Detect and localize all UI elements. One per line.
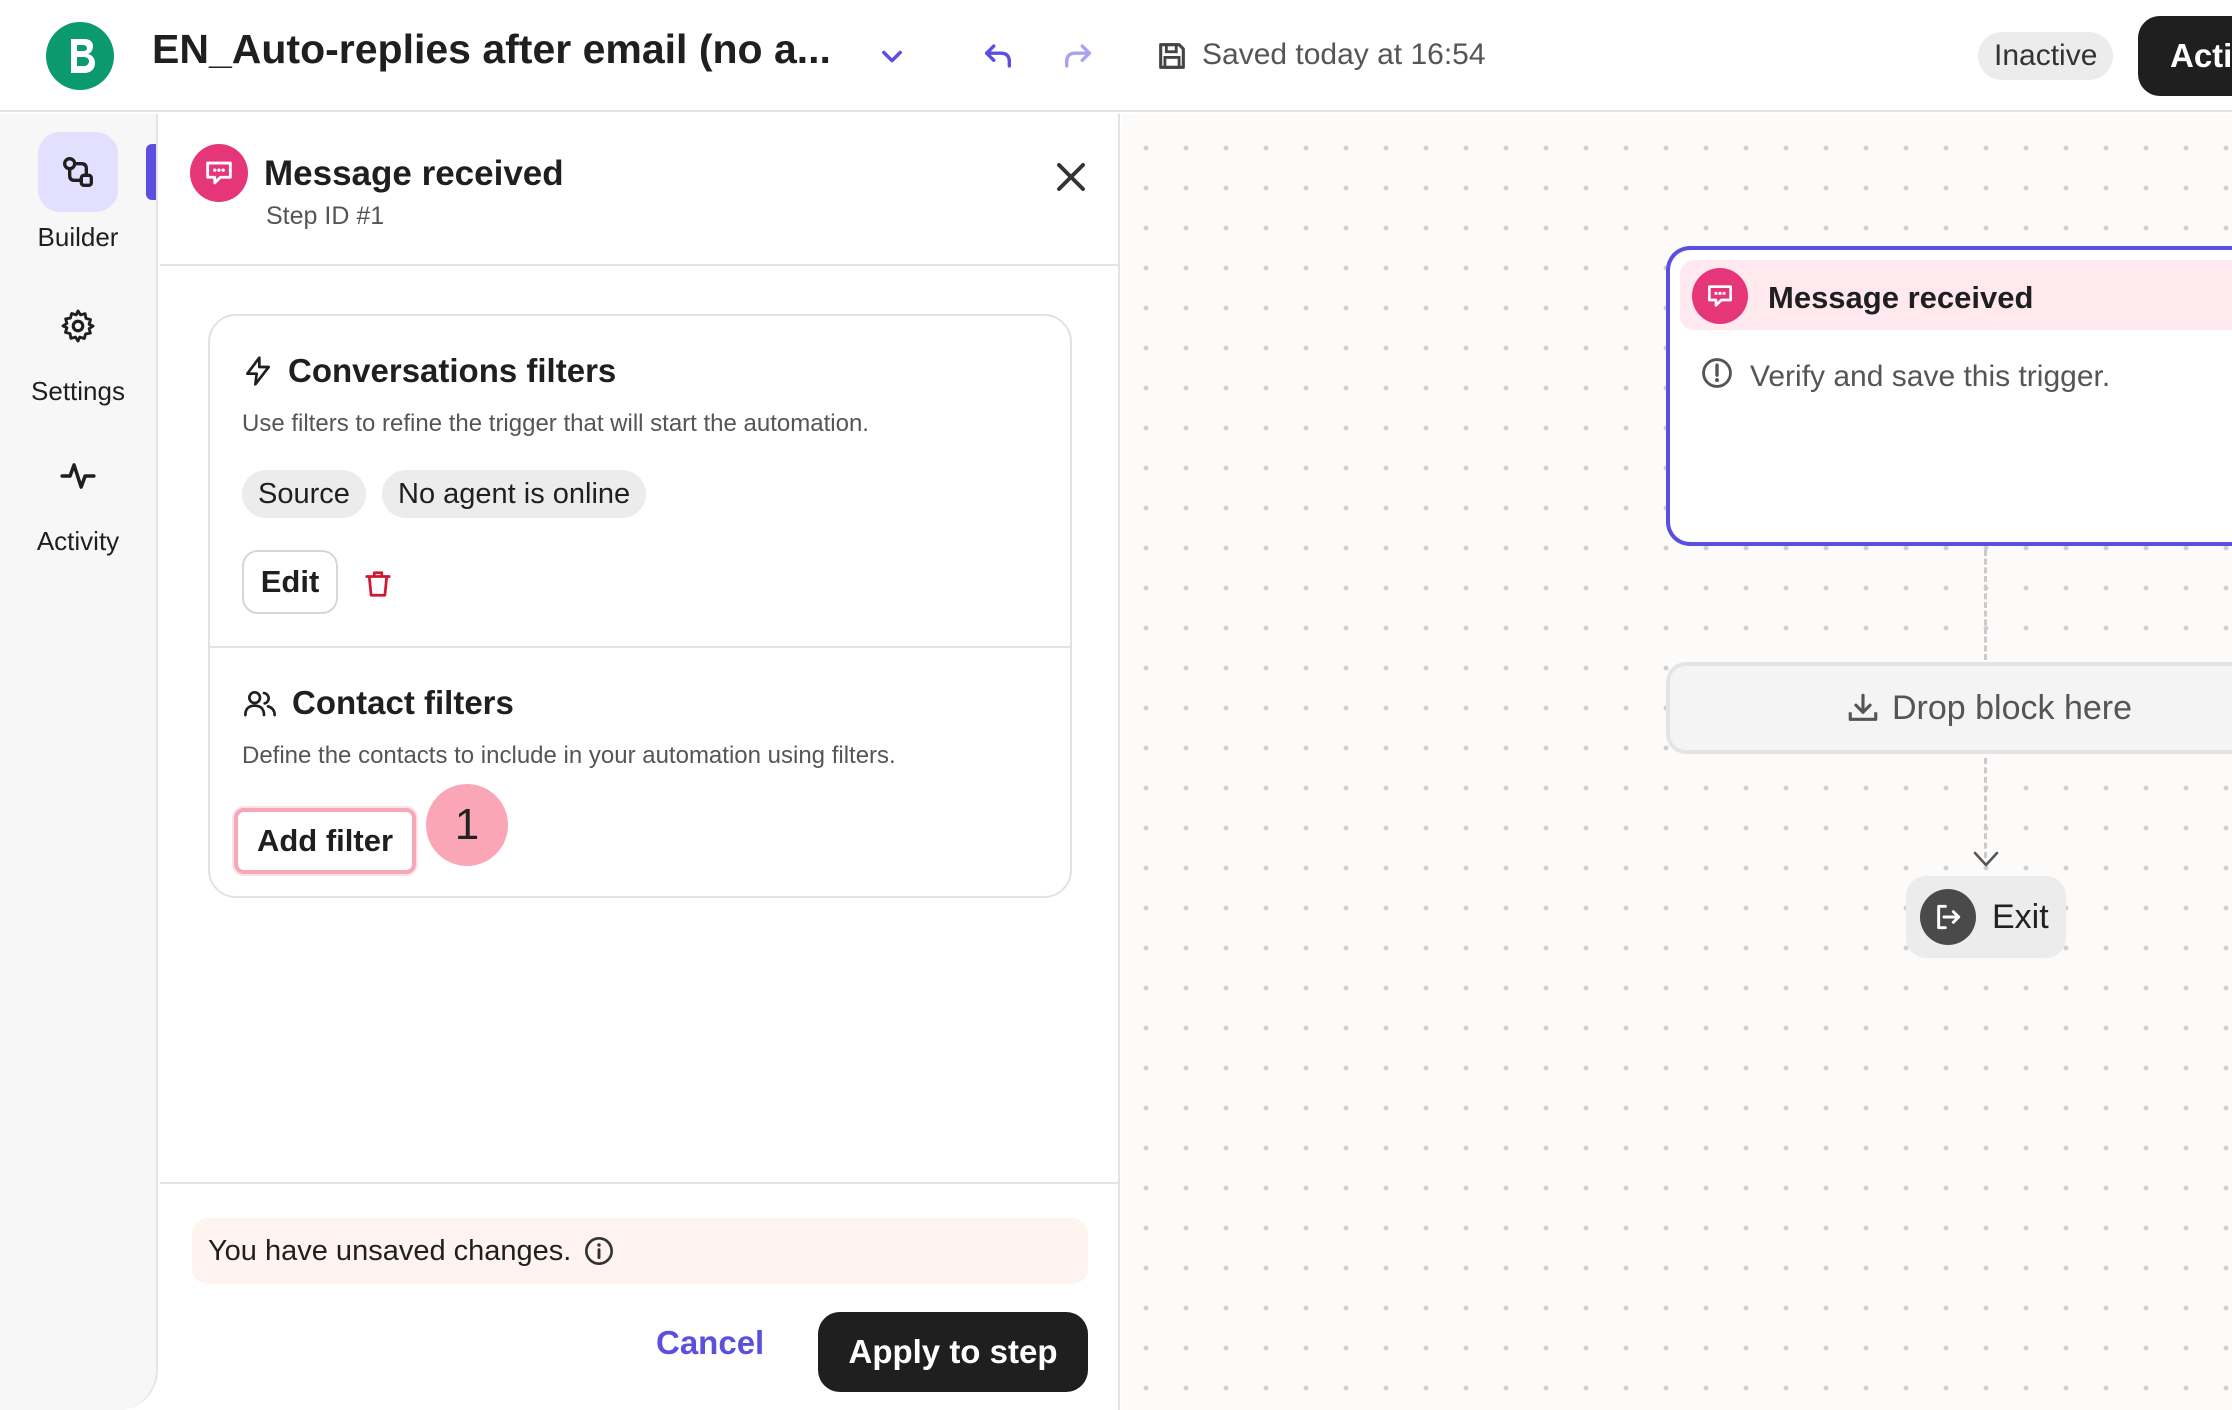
download-tray-icon xyxy=(1848,693,1878,721)
trash-icon xyxy=(365,571,391,597)
message-bubble-icon xyxy=(1692,268,1748,324)
nav-item-activity[interactable]: Activity xyxy=(0,436,156,557)
cancel-button[interactable]: Cancel xyxy=(656,1324,764,1362)
info-icon[interactable] xyxy=(583,1235,615,1267)
drop-block-zone[interactable]: Drop block here xyxy=(1666,662,2232,754)
gear-icon xyxy=(38,286,118,366)
nav-item-label: Activity xyxy=(36,526,120,556)
workflow-canvas[interactable]: Message received Verify and save this tr… xyxy=(1122,114,2232,1410)
left-navigation: Builder Settings Activity xyxy=(0,114,158,1410)
activity-icon xyxy=(38,436,118,516)
activate-button[interactable]: Activate xyxy=(2138,16,2232,96)
brand-logo[interactable] xyxy=(46,22,114,90)
filter-chip-source: Source xyxy=(242,470,366,518)
section-title: Conversations filters xyxy=(288,352,617,389)
filter-chip-no-agent-online: No agent is online xyxy=(382,470,647,518)
title-dropdown-chevron-icon[interactable] xyxy=(870,34,914,78)
contact-filters-description: Define the contacts to include in your a… xyxy=(242,742,896,769)
nav-item-settings[interactable]: Settings xyxy=(0,286,156,407)
section-divider xyxy=(210,646,1070,648)
trigger-block-header: Message received xyxy=(1680,260,2232,330)
connector-line xyxy=(1984,758,1987,858)
filters-card: Conversations filters Use filters to ref… xyxy=(208,314,1072,898)
connector-arrow-icon xyxy=(1973,851,1999,867)
saved-status-text: Saved today at 16:54 xyxy=(1202,38,1486,71)
brand-logo-icon xyxy=(71,39,95,73)
exit-label: Exit xyxy=(1992,897,2049,936)
trigger-block-message-received[interactable]: Message received Verify and save this tr… xyxy=(1666,246,2232,546)
users-icon xyxy=(243,691,276,717)
unsaved-changes-notice: You have unsaved changes. xyxy=(192,1218,1088,1284)
edit-filters-button[interactable]: Edit xyxy=(242,550,338,614)
footer-divider xyxy=(160,1182,1120,1184)
contact-filters-heading: Contact filters xyxy=(242,684,514,722)
panel-header: Message received Step ID #1 xyxy=(160,114,1118,266)
automation-title[interactable]: EN_Auto-replies after email (no a... xyxy=(152,26,831,73)
redo-icon[interactable] xyxy=(1056,34,1100,78)
apply-to-step-button[interactable]: Apply to step xyxy=(818,1312,1088,1392)
undo-icon[interactable] xyxy=(976,34,1020,78)
add-filter-button[interactable]: Add filter xyxy=(234,808,416,874)
top-bar: EN_Auto-replies after email (no a... Sav… xyxy=(0,0,2232,112)
save-icon xyxy=(1150,34,1194,78)
section-title: Contact filters xyxy=(292,684,514,721)
close-panel-button[interactable] xyxy=(1042,148,1100,206)
trigger-block-title: Message received xyxy=(1768,280,2034,315)
conversation-filters-description: Use filters to refine the trigger that w… xyxy=(242,410,869,437)
warning-circle-icon xyxy=(1702,358,1732,388)
nav-item-label: Settings xyxy=(31,376,125,406)
unsaved-changes-text: You have unsaved changes. xyxy=(208,1234,572,1267)
lightning-icon xyxy=(246,356,270,386)
delete-filters-button[interactable] xyxy=(358,564,398,604)
status-badge: Inactive xyxy=(1978,32,2114,80)
exit-node[interactable]: Exit xyxy=(1906,876,2066,958)
connector-line xyxy=(1984,550,1987,660)
nav-item-label: Builder xyxy=(37,222,119,252)
step-id-label: Step ID #1 xyxy=(266,202,385,230)
trigger-block-message: Verify and save this trigger. xyxy=(1750,360,2111,393)
step-number-badge: 1 xyxy=(426,784,508,866)
panel-title: Message received xyxy=(264,154,564,193)
step-settings-panel: Message received Step ID #1 Conversation… xyxy=(160,114,1120,1410)
message-bubble-icon xyxy=(190,144,248,202)
close-icon xyxy=(1057,163,1085,191)
exit-icon xyxy=(1920,889,1976,945)
builder-icon xyxy=(38,132,118,212)
conversation-filters-heading: Conversations filters xyxy=(242,352,616,390)
drop-block-label: Drop block here xyxy=(1892,688,2133,727)
nav-item-builder[interactable]: Builder xyxy=(0,132,156,253)
